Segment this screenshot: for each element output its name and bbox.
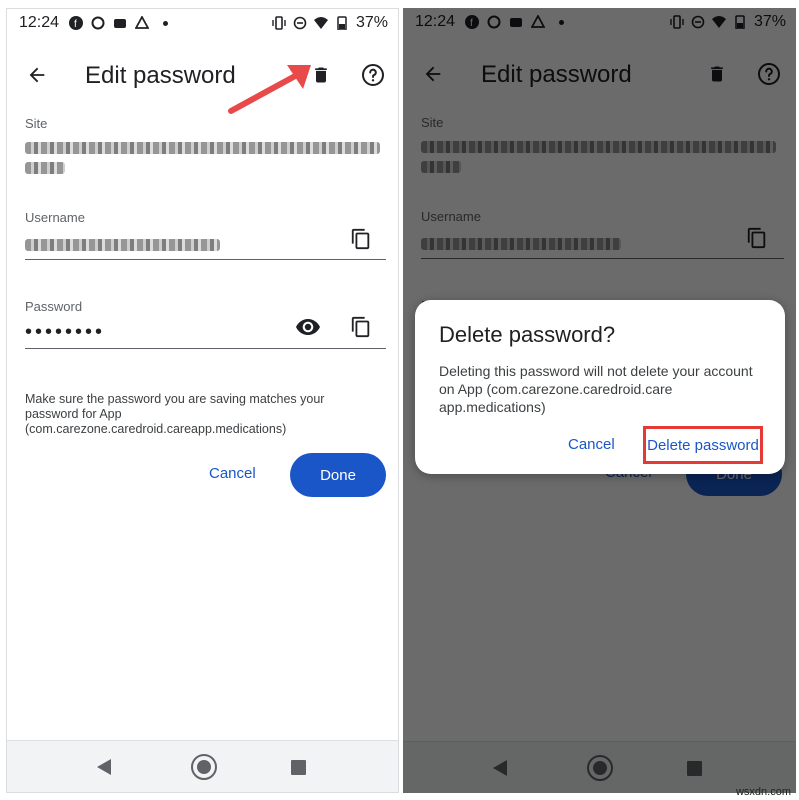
page-title: Edit password	[85, 62, 236, 89]
site-value-blurred-line2	[25, 162, 65, 174]
delete-password-button[interactable]: Delete password	[643, 426, 763, 464]
delete-dialog-screen: 12:24 f 37% Edit password Site User	[403, 8, 796, 793]
app-icon	[114, 19, 127, 28]
dialog-title: Delete password?	[439, 322, 616, 347]
eye-icon[interactable]	[294, 313, 322, 341]
app-bar: Edit password	[7, 49, 398, 101]
android-nav-bar	[7, 740, 398, 792]
site-label: Site	[25, 116, 48, 131]
delete-password-dialog: Delete password? Deleting this password …	[415, 300, 785, 474]
nav-home-icon[interactable]	[191, 754, 217, 780]
password-underline	[25, 348, 386, 349]
password-field[interactable]: ••••••••	[25, 321, 105, 344]
wifi-icon	[313, 17, 328, 29]
edit-password-screen: 12:24 f 37% Edit password Site Username …	[6, 8, 399, 793]
password-label: Password	[25, 299, 83, 314]
nav-recent-icon[interactable]	[291, 760, 306, 775]
copy-username-icon[interactable]	[347, 225, 375, 253]
done-button[interactable]: Done	[290, 453, 386, 497]
site-value-blurred	[25, 142, 380, 154]
notification-icons: f	[69, 16, 169, 30]
username-field[interactable]	[25, 239, 220, 251]
dialog-cancel-button[interactable]: Cancel	[568, 436, 615, 453]
status-bar: 12:24 f 37%	[7, 9, 398, 37]
vibrate-icon	[272, 16, 286, 30]
battery-icon	[337, 16, 347, 30]
red-arrow-annotation	[228, 65, 311, 114]
back-arrow-icon[interactable]	[23, 61, 51, 89]
username-underline	[25, 259, 386, 260]
svg-text:f: f	[74, 19, 77, 30]
password-note: Make sure the password you are saving ma…	[25, 392, 325, 436]
battery-percent: 37%	[355, 14, 388, 31]
drive-icon	[135, 16, 150, 29]
facebook-icon: f	[69, 16, 84, 30]
help-icon[interactable]	[359, 61, 387, 89]
status-time: 12:24	[19, 14, 60, 31]
username-label: Username	[25, 210, 85, 225]
nav-back-icon[interactable]	[95, 758, 113, 776]
dialog-message: Deleting this password will not delete y…	[439, 363, 753, 415]
copy-password-icon[interactable]	[347, 313, 375, 341]
dnd-icon	[293, 16, 307, 30]
system-icons: 37%	[272, 14, 388, 32]
ring-icon	[91, 16, 105, 30]
watermark: wsxdn.com	[735, 786, 791, 798]
cancel-button[interactable]: Cancel	[209, 465, 256, 482]
more-notifications-dot	[163, 20, 169, 26]
